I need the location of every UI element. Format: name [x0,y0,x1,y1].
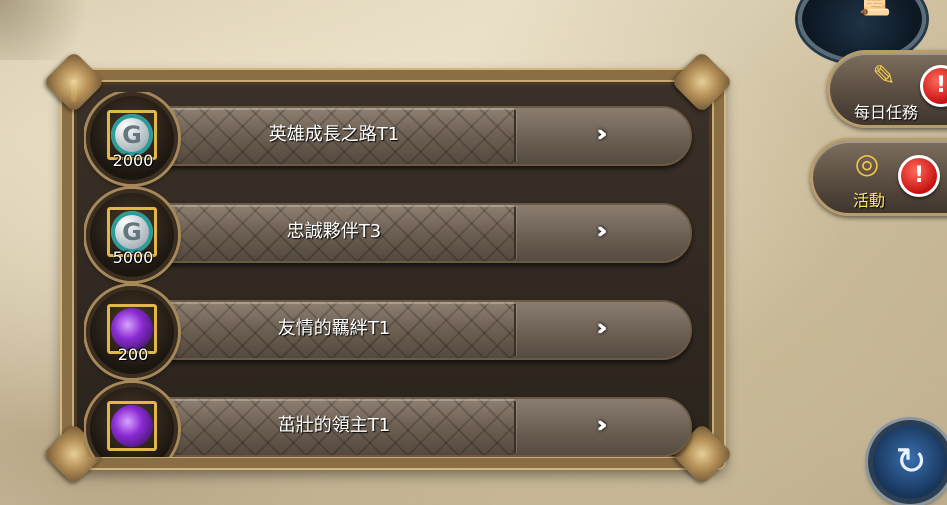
event-label: 活動 [853,191,886,210]
reward-amount: 2000 [112,151,154,170]
reward-icon-holder: G 2000 [86,92,178,184]
go-arrow-button[interactable]: ››› [568,217,628,247]
reward-amount: 200 [117,345,149,364]
corner-ornament [0,0,110,60]
achievement-title: 友情的羈絆T1 [277,318,391,339]
achievement-row[interactable]: 友情的羈絆T1 ››› 200 [84,286,694,378]
achievement-title: 忠誠夥伴T3 [286,221,382,242]
alert-badge-icon: ! [920,65,947,107]
achievement-title: 茁壯的領主T1 [277,415,391,436]
achievement-row[interactable]: 忠誠夥伴T3 ››› G 5000 [84,189,694,281]
quest-paper-icon: ✎ [872,59,896,92]
scrollbar-thumb[interactable] [71,80,77,102]
go-arrow-button[interactable]: ››› [568,411,628,441]
go-arrow-button[interactable]: ››› [568,314,628,344]
scroll-icon: 📜 [854,0,892,18]
achievement-list[interactable]: 英雄成長之路T1 ››› G 2000 忠誠夥伴T3 ››› G 5000 友情… [84,92,704,457]
reward-amount: 5000 [112,248,154,267]
daily-task-label: 每日任務 [854,103,919,122]
achievement-row[interactable]: 英雄成長之路T1 ››› G 2000 [84,92,694,184]
refresh-button[interactable]: ↻ [868,420,947,504]
row-divider [514,110,516,162]
row-divider [514,304,516,356]
target-icon: ◎ [854,147,880,180]
achievement-title: 英雄成長之路T1 [268,124,400,145]
achievement-row[interactable]: 茁壯的領主T1 ››› [84,383,694,457]
reward-icon-holder: G 5000 [86,189,178,281]
reward-icon-holder: 200 [86,286,178,378]
reward-icon-holder [86,383,178,457]
row-divider [514,207,516,259]
go-arrow-button[interactable]: ››› [568,120,628,150]
alert-badge-icon: ! [898,155,940,197]
daily-task-button[interactable]: ✎ ! 每日任務 [827,50,947,128]
row-divider [514,401,516,453]
event-button[interactable]: ◎ ! 活動 [810,138,947,216]
refresh-icon: ↻ [895,439,927,483]
reward-amount [100,441,166,457]
